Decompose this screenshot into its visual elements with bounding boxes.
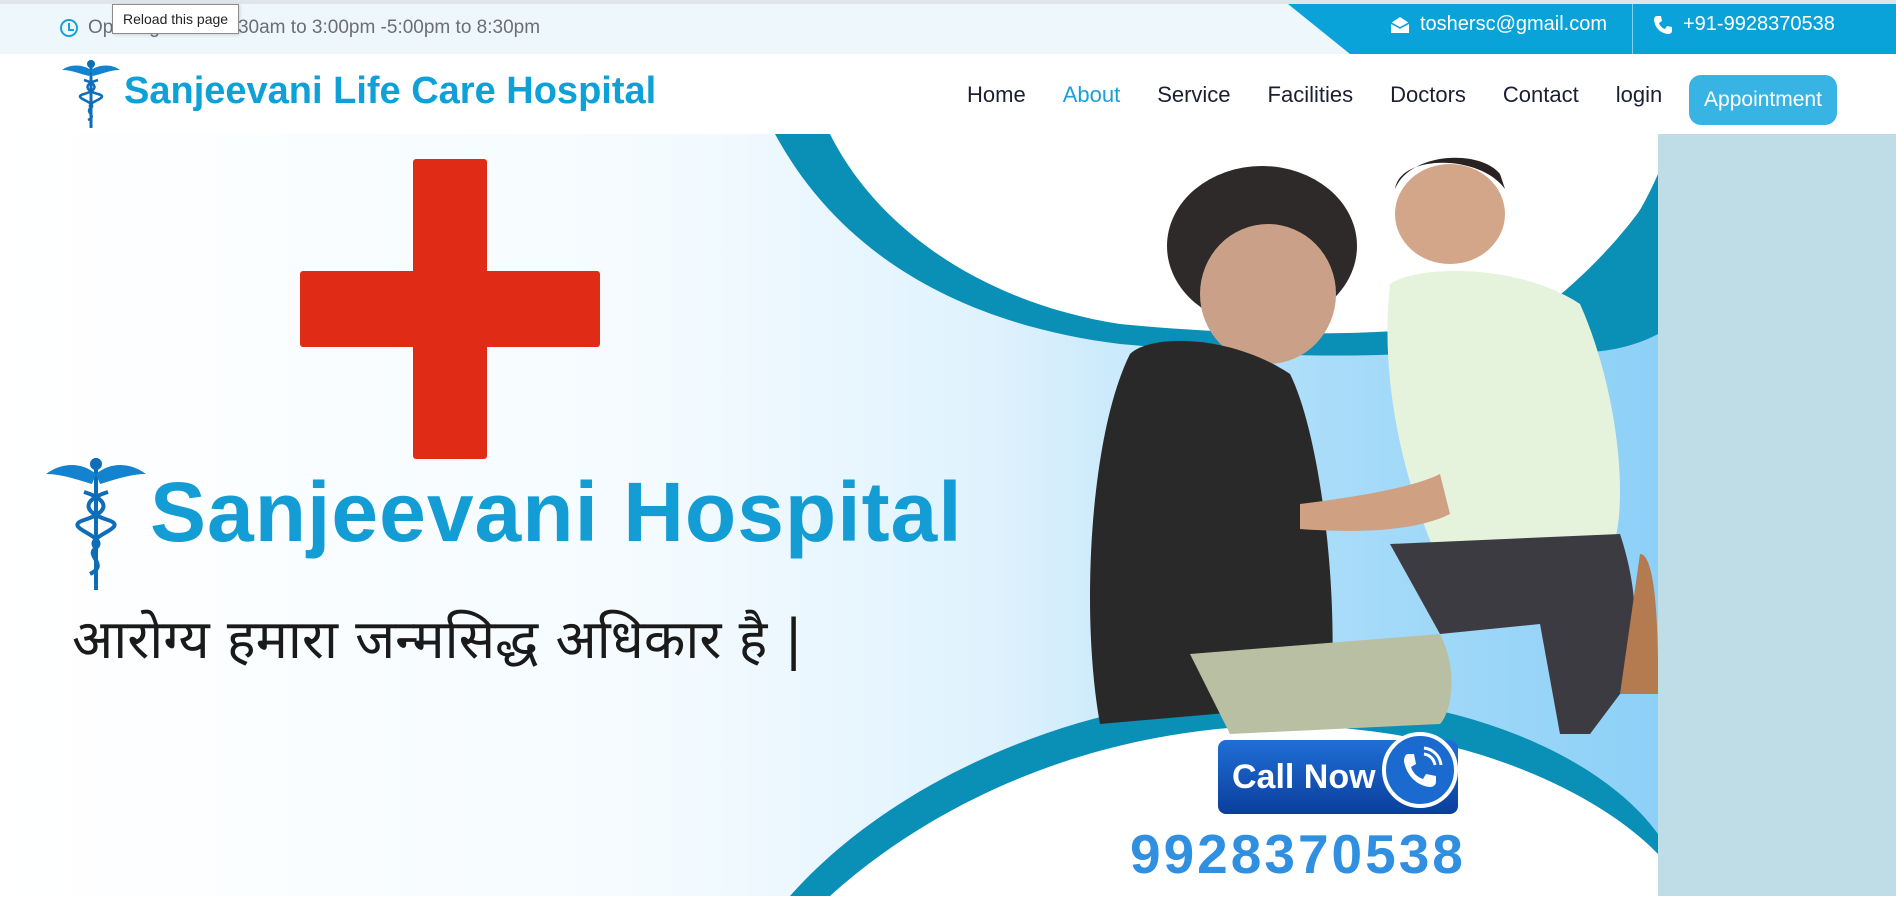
nav-about[interactable]: About (1063, 82, 1121, 108)
nav-contact[interactable]: Contact (1503, 82, 1579, 108)
clock-icon (60, 19, 78, 37)
appointment-button[interactable]: Appointment (1689, 75, 1837, 125)
nav-home[interactable]: Home (967, 82, 1026, 108)
page-below-fold (0, 896, 1896, 915)
phone-ring-icon (1382, 732, 1458, 808)
main-nav: Home About Service Facilities Doctors Co… (967, 82, 1662, 108)
contact-divider (1632, 4, 1633, 54)
nav-login[interactable]: login (1616, 82, 1662, 108)
phone-icon (1654, 15, 1672, 34)
reload-tooltip: Reload this page (112, 4, 240, 34)
hero-phone-number[interactable]: 9928370538 (1130, 822, 1466, 886)
nav-facilities[interactable]: Facilities (1268, 82, 1354, 108)
email-link[interactable]: toshersc@gmail.com (1390, 13, 1607, 36)
nav-service[interactable]: Service (1157, 82, 1230, 108)
call-now-label: Call Now (1232, 758, 1376, 796)
phone-text: +91-9928370538 (1683, 13, 1835, 35)
red-cross-horizontal (300, 271, 600, 347)
email-text: toshersc@gmail.com (1420, 13, 1608, 35)
nav-doctors[interactable]: Doctors (1390, 82, 1466, 108)
site-header: Sanjeevani Life Care Hospital Home About… (0, 54, 1896, 135)
phone-link[interactable]: +91-9928370538 (1653, 13, 1835, 36)
envelope-icon (1390, 16, 1410, 33)
hero-side-panel (1658, 134, 1896, 896)
caduceus-icon (46, 458, 146, 590)
brand-name[interactable]: Sanjeevani Life Care Hospital (124, 70, 656, 113)
caduceus-logo-icon[interactable] (60, 58, 122, 130)
hero-tagline: आरोग्य हमारा जन्मसिद्ध अधिकार है | (72, 608, 803, 671)
hero-title: Sanjeevani Hospital (150, 465, 963, 559)
hero-banner: Sanjeevani Hospital आरोग्य हमारा जन्मसिद… (0, 134, 1658, 896)
